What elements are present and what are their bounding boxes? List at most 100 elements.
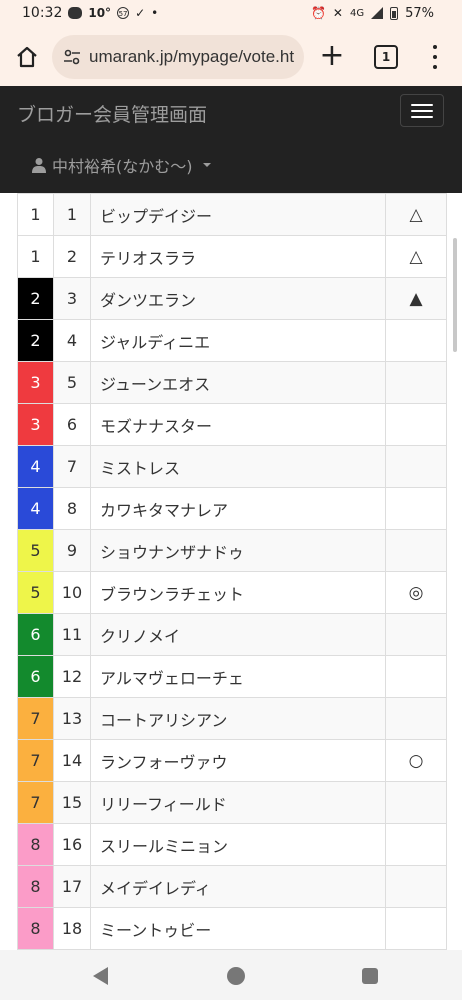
horse-name: ミストレス bbox=[90, 445, 386, 488]
navbar-toggle-button[interactable] bbox=[400, 94, 444, 127]
url-text[interactable]: umarank.jp/mypage/vote.ht bbox=[89, 47, 294, 67]
horse-row: 6 12 アルマヴェローチェ bbox=[17, 655, 447, 698]
horse-name: ショウナンザナドゥ bbox=[90, 529, 386, 572]
waku-number: 8 bbox=[17, 823, 54, 866]
tab-switcher-button[interactable]: 1 bbox=[374, 45, 398, 69]
horse-name: コートアリシアン bbox=[90, 697, 386, 740]
navbar-brand[interactable]: ブロガー会員管理画面 bbox=[17, 100, 207, 127]
prediction-mark[interactable]: △ bbox=[385, 235, 447, 278]
horse-name: ビップデイジー bbox=[90, 193, 386, 236]
horse-name: テリオスララ bbox=[90, 235, 386, 278]
horse-number: 10 bbox=[53, 571, 91, 614]
battery-level: 57% bbox=[405, 5, 434, 21]
horse-row: 1 2 テリオスララ △ bbox=[17, 235, 447, 278]
waku-number: 7 bbox=[17, 697, 54, 740]
prediction-mark[interactable] bbox=[385, 361, 447, 404]
prediction-mark[interactable]: ▲ bbox=[385, 277, 447, 320]
horse-number: 14 bbox=[53, 739, 91, 782]
waku-number: 8 bbox=[17, 865, 54, 908]
check-circle-icon: ✓ bbox=[135, 6, 146, 20]
user-icon bbox=[32, 158, 46, 173]
horse-number: 1 bbox=[53, 193, 91, 236]
home-circle-icon[interactable] bbox=[227, 967, 245, 985]
waku-number: 8 bbox=[17, 907, 54, 950]
horse-name: ブラウンラチェット bbox=[90, 571, 386, 614]
browser-menu-button[interactable] bbox=[428, 42, 442, 72]
home-icon bbox=[17, 46, 37, 68]
vibrate-off-icon: ✕ bbox=[332, 6, 343, 20]
prediction-mark[interactable] bbox=[385, 319, 447, 362]
horse-row: 4 7 ミストレス bbox=[17, 445, 447, 488]
new-tab-button[interactable]: + bbox=[318, 40, 346, 74]
waku-number: 5 bbox=[17, 571, 54, 614]
hamburger-bar-icon bbox=[411, 109, 433, 112]
prediction-mark[interactable] bbox=[385, 865, 447, 908]
horse-name: ランフォーヴァウ bbox=[90, 739, 386, 782]
system-nav-bar bbox=[0, 950, 462, 1000]
horse-name: カワキタマナレア bbox=[90, 487, 386, 530]
prediction-mark[interactable] bbox=[385, 781, 447, 824]
signal-icon bbox=[371, 7, 384, 19]
waku-number: 5 bbox=[17, 529, 54, 572]
horse-name: ミーントゥビー bbox=[90, 907, 386, 950]
horse-row: 2 3 ダンツエラン ▲ bbox=[17, 277, 447, 320]
prediction-mark[interactable] bbox=[385, 613, 447, 656]
horse-name: アルマヴェローチェ bbox=[90, 655, 386, 698]
horse-name: ジャルディニエ bbox=[90, 319, 386, 362]
horse-row: 3 6 モズナナスター bbox=[17, 403, 447, 446]
horse-number: 13 bbox=[53, 697, 91, 740]
user-name: 中村裕希(なかむ〜) bbox=[52, 157, 193, 176]
horse-number: 2 bbox=[53, 235, 91, 278]
prediction-mark[interactable] bbox=[385, 655, 447, 698]
horse-name: モズナナスター bbox=[90, 403, 386, 446]
prediction-mark[interactable] bbox=[385, 697, 447, 740]
horse-number: 6 bbox=[53, 403, 91, 446]
horse-name: ダンツエラン bbox=[90, 277, 386, 320]
horse-number: 8 bbox=[53, 487, 91, 530]
prediction-mark[interactable]: △ bbox=[385, 193, 447, 236]
prediction-mark[interactable] bbox=[385, 403, 447, 446]
scrollbar[interactable] bbox=[453, 238, 457, 352]
horse-number: 7 bbox=[53, 445, 91, 488]
horse-row: 7 15 リリーフィールド bbox=[17, 781, 447, 824]
horse-row: 8 16 スリールミニョン bbox=[17, 823, 447, 866]
home-button[interactable] bbox=[12, 42, 42, 72]
address-bar[interactable]: umarank.jp/mypage/vote.ht bbox=[52, 35, 304, 79]
horse-row: 4 8 カワキタマナレア bbox=[17, 487, 447, 530]
battery-icon bbox=[390, 6, 399, 20]
horse-name: ジューンエオス bbox=[90, 361, 386, 404]
horse-row: 8 17 メイデイレディ bbox=[17, 865, 447, 908]
site-settings-icon[interactable] bbox=[63, 48, 81, 66]
temperature: 10° bbox=[88, 6, 112, 20]
prediction-mark[interactable] bbox=[385, 823, 447, 866]
horse-row: 3 5 ジューンエオス bbox=[17, 361, 447, 404]
alarm-icon: ⏰ bbox=[310, 6, 326, 20]
waku-number: 4 bbox=[17, 487, 54, 530]
horse-name: メイデイレディ bbox=[90, 865, 386, 908]
horse-number: 16 bbox=[53, 823, 91, 866]
waku-number: 1 bbox=[17, 235, 54, 278]
back-icon[interactable] bbox=[93, 967, 108, 985]
waku-number: 3 bbox=[17, 361, 54, 404]
user-dropdown[interactable]: 中村裕希(なかむ〜) bbox=[32, 153, 211, 177]
waku-number: 6 bbox=[17, 655, 54, 698]
site-navbar: ブロガー会員管理画面 中村裕希(なかむ〜) bbox=[0, 86, 462, 193]
horse-row: 7 14 ランフォーヴァウ ○ bbox=[17, 739, 447, 782]
horse-row: 5 9 ショウナンザナドゥ bbox=[17, 529, 447, 572]
waku-number: 2 bbox=[17, 319, 54, 362]
prediction-mark[interactable] bbox=[385, 445, 447, 488]
horse-row: 2 4 ジャルディニエ bbox=[17, 319, 447, 362]
prediction-mark[interactable] bbox=[385, 907, 447, 950]
horse-row: 8 18 ミーントゥビー bbox=[17, 907, 447, 950]
prediction-mark[interactable]: ◎ bbox=[385, 571, 447, 614]
notification-badge-icon: 57 bbox=[117, 7, 130, 19]
prediction-mark[interactable]: ○ bbox=[385, 739, 447, 782]
horse-row: 1 1 ビップデイジー △ bbox=[17, 193, 447, 236]
recents-icon[interactable] bbox=[362, 968, 378, 984]
prediction-mark[interactable] bbox=[385, 487, 447, 530]
browser-toolbar: umarank.jp/mypage/vote.ht + 1 bbox=[0, 28, 462, 86]
hamburger-bar-icon bbox=[411, 115, 433, 118]
horse-number: 4 bbox=[53, 319, 91, 362]
prediction-mark[interactable] bbox=[385, 529, 447, 572]
horse-number: 11 bbox=[53, 613, 91, 656]
